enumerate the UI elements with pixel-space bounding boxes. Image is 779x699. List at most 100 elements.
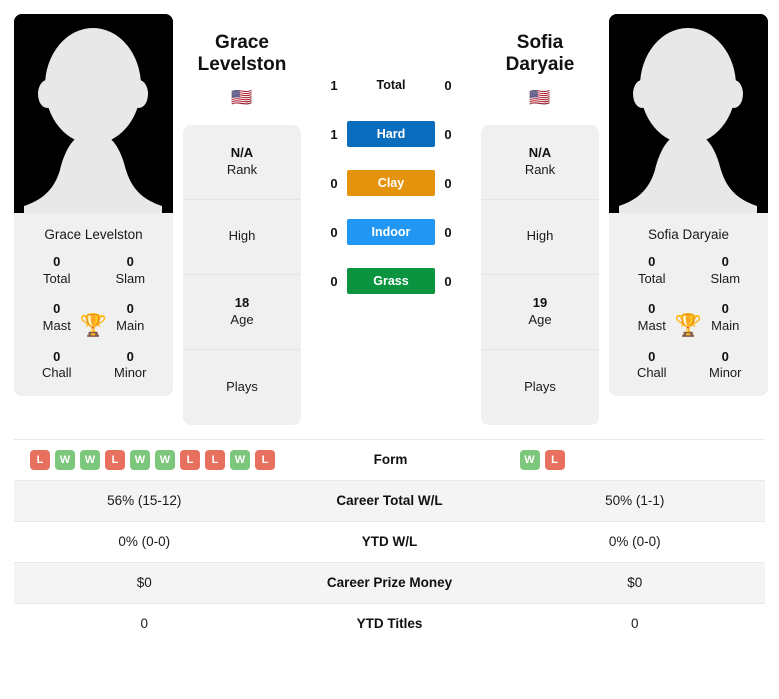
info-card-right: N/A Rank High 19 Age Plays: [481, 124, 599, 425]
title-total-label-left: Total: [43, 270, 71, 286]
form-badge-win: W: [519, 449, 540, 470]
title-minor-label-right: Minor: [708, 365, 742, 381]
info-column-right: Sofia Daryaie 🇺🇸 N/A Rank High 19 Age Pl…: [481, 14, 599, 425]
table-cell-right: 0% (0-0): [608, 534, 661, 550]
table-row: $0 Career Prize Money $0: [14, 561, 765, 603]
player-title-line1-right: Sofia Daryaie: [505, 32, 575, 76]
info-age-label-right: Age: [528, 311, 552, 327]
table-row-label: Career Total W/L: [336, 493, 443, 509]
info-plays-label-right: Plays: [524, 378, 556, 394]
player-card-name-right: Sofia Daryaie: [647, 227, 730, 242]
surface-score-right: 0: [444, 175, 452, 191]
avatar-placeholder-icon: [609, 14, 768, 213]
table-row: 56% (15-12) Career Total W/L 50% (1-1): [14, 479, 765, 521]
surface-score-right: 0: [444, 77, 452, 93]
title-total-label-right: Total: [638, 270, 666, 286]
info-age-value-left: 18: [234, 294, 250, 310]
form-badge-loss: L: [105, 449, 125, 470]
table-row-label: YTD Titles: [356, 616, 423, 632]
surface-row-indoor: 0 Indoor 0: [311, 219, 471, 245]
info-age-value-right: 19: [532, 294, 548, 310]
avatar-right: [609, 14, 768, 213]
surface-badge-clay[interactable]: Clay: [347, 170, 435, 196]
info-high-right: High: [481, 200, 599, 275]
table-cell-left: 56% (15-12): [107, 493, 182, 509]
table-cell-left: 0: [140, 616, 148, 632]
info-rank-label-left: Rank: [226, 161, 258, 177]
stats-table: LWWLWWLLWL Form WL 56% (15-12) Career Tot…: [0, 438, 779, 644]
title-total-right: 0 Total: [615, 254, 689, 287]
form-badge-win: W: [230, 449, 250, 470]
surface-score-right: 0: [444, 273, 452, 289]
surface-score-left: 1: [330, 126, 338, 142]
table-row-label: Career Prize Money: [326, 575, 453, 591]
player-title-right: Sofia Daryaie: [481, 14, 599, 77]
title-total-value-right: 0: [648, 254, 656, 269]
surface-row-total: 1 Total 0: [311, 72, 471, 98]
form-badge-win: W: [55, 449, 75, 470]
surface-row-grass: 0 Grass 0: [311, 268, 471, 294]
info-plays-label-left: Plays: [226, 378, 258, 394]
info-high-label-left: High: [228, 228, 256, 244]
titles-grid-left: 🏆 0 Total 0 Slam 0 Mast 0 Main 0 Chall 0…: [14, 254, 173, 396]
table-cell-left: 0% (0-0): [118, 534, 171, 550]
title-total-value-left: 0: [53, 254, 61, 269]
info-age-left: 18 Age: [183, 275, 301, 350]
form-badges-left: LWWLWWLLWL: [14, 449, 276, 470]
title-minor-right: 0 Minor: [689, 349, 763, 382]
title-chall-right: 0 Chall: [615, 349, 689, 382]
title-minor-value-left: 0: [126, 348, 134, 364]
title-slam-label-right: Slam: [710, 270, 741, 286]
info-high-left: High: [183, 200, 301, 275]
surface-score-left: 0: [330, 273, 338, 289]
player-card-right[interactable]: Sofia Daryaie 🏆 0 Total 0 Slam 0 Mast 0 …: [609, 14, 768, 396]
surface-score-left: 1: [330, 77, 338, 93]
info-column-left: Grace Levelston 🇺🇸 N/A Rank High 18 Age: [183, 14, 301, 425]
surface-badge-grass[interactable]: Grass: [347, 268, 435, 294]
player-card-name-left: Grace Levelston: [44, 227, 143, 242]
table-row-label: YTD W/L: [361, 534, 418, 550]
info-rank-right: N/A Rank: [481, 125, 599, 200]
title-minor-left: 0 Minor: [94, 349, 168, 382]
table-row: 0% (0-0) YTD W/L 0% (0-0): [14, 520, 765, 562]
surface-badge-total: Total: [376, 78, 406, 92]
surface-score-right: 0: [444, 126, 452, 142]
stats-table-body: 56% (15-12) Career Total W/L 50% (1-1) 0% (…: [14, 479, 765, 644]
form-badge-loss: L: [180, 449, 200, 470]
form-row-label: Form: [373, 452, 408, 468]
avatar-left: [14, 14, 173, 213]
title-chall-value-left: 0: [53, 348, 61, 364]
surface-badge-indoor[interactable]: Indoor: [347, 219, 435, 245]
title-slam-value-right: 0: [721, 254, 729, 269]
surface-score-left: 0: [330, 175, 338, 191]
player-comparison-page: Grace Levelston 🏆 0 Total 0 Slam 0 Mast …: [0, 0, 779, 699]
form-badge-win: W: [130, 449, 150, 470]
table-row: 0 YTD Titles 0: [14, 602, 765, 644]
flag-icon-left: 🇺🇸: [231, 87, 253, 107]
title-chall-label-right: Chall: [636, 365, 667, 381]
info-rank-left: N/A Rank: [183, 125, 301, 200]
info-age-label-left: Age: [230, 311, 254, 327]
table-cell-right: 50% (1-1): [605, 493, 665, 509]
player-card-left[interactable]: Grace Levelston 🏆 0 Total 0 Slam 0 Mast …: [14, 14, 173, 396]
titles-grid-right: 🏆 0 Total 0 Slam 0 Mast 0 Main 0 Chall 0…: [609, 254, 768, 396]
surface-badge-hard[interactable]: Hard: [347, 121, 435, 147]
flag-icon-right: 🇺🇸: [529, 87, 551, 107]
player-title-left: Grace Levelston: [198, 14, 287, 77]
info-plays-left: Plays: [183, 350, 301, 425]
form-badge-win: W: [155, 449, 175, 470]
form-badge-loss: L: [205, 449, 225, 470]
table-cell-right: 0: [630, 616, 639, 632]
info-high-label-right: High: [526, 228, 554, 244]
title-chall-value-right: 0: [648, 348, 656, 364]
form-badge-loss: L: [255, 449, 275, 470]
surface-row-hard: 1 Hard 0: [311, 121, 471, 147]
info-rank-value-left: N/A: [230, 144, 254, 160]
table-cell-left: $0: [136, 575, 152, 591]
player-title-line2-left: Levelston: [197, 54, 287, 76]
trophy-icon: 🏆: [674, 312, 703, 338]
surface-score-left: 0: [330, 224, 338, 240]
trophy-icon: 🏆: [79, 312, 108, 338]
table-row-form: LWWLWWLLWL Form WL: [14, 438, 765, 480]
comparison-header: Grace Levelston 🏆 0 Total 0 Slam 0 Mast …: [0, 0, 779, 425]
